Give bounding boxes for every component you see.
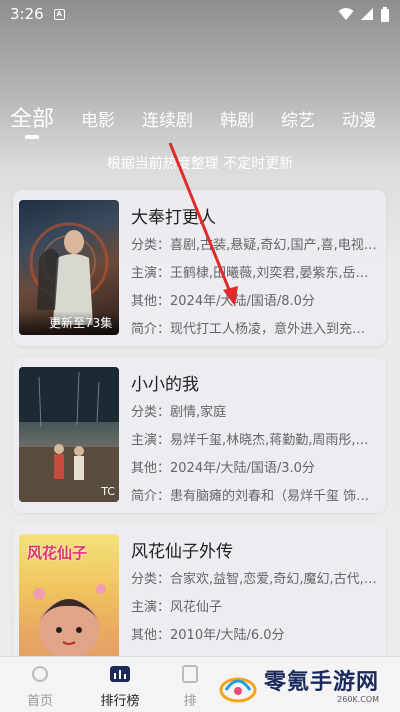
nav-home-label: 首页 xyxy=(26,694,53,709)
watermark-name: 零氪手游网 xyxy=(264,670,380,695)
status-bar: 3:26 A xyxy=(0,0,400,28)
nav-list[interactable]: 排 xyxy=(155,665,225,709)
item-other: 其他：2010年/大陆/6.0分 xyxy=(131,628,285,643)
list-item[interactable]: 更新至73集 大奉打更人 分类：喜剧,古装,悬疑,奇幻,国产,喜,电视… 主演：… xyxy=(13,190,386,346)
nav-home[interactable]: 首页 xyxy=(5,665,75,709)
tab-series[interactable]: 连续剧 xyxy=(142,96,193,131)
tab-variety[interactable]: 综艺 xyxy=(281,96,315,131)
signal-icon xyxy=(361,8,373,20)
nav-ranking-label: 排行榜 xyxy=(100,694,140,709)
wifi-icon xyxy=(338,8,354,20)
item-intro: 简介：患有脑瘫的刘春和（易烊千玺 饰… xyxy=(131,489,370,504)
poster-art xyxy=(19,367,119,502)
item-title: 大奉打更人 xyxy=(131,208,216,228)
quality-mark: TC xyxy=(101,485,115,498)
list-icon xyxy=(182,665,198,683)
item-other: 其他：2024年/大陆/国语/8.0分 xyxy=(131,294,315,309)
item-intro: 简介：现代打工人杨凌，意外进入到充… xyxy=(131,322,366,337)
item-genre: 分类：剧情,家庭 xyxy=(131,405,227,420)
tab-movies[interactable]: 电影 xyxy=(81,96,115,131)
poster-logo: 风花仙子 xyxy=(27,544,88,562)
item-title: 风花仙子外传 xyxy=(131,542,233,562)
item-genre: 分类：喜剧,古装,悬疑,奇幻,国产,喜,电视… xyxy=(131,238,377,253)
poster-image: 更新至73集 xyxy=(19,200,119,335)
update-status-tag: 更新至73集 xyxy=(19,311,119,335)
item-genre: 分类：合家欢,益智,恋爱,奇幻,魔幻,古代,… xyxy=(131,572,377,587)
item-cast: 主演：王鹤棣,田曦薇,刘奕君,晏紫东,岳… xyxy=(131,266,369,281)
notification-badge-icon: A xyxy=(53,8,65,20)
nav-ranking[interactable]: 排行榜 xyxy=(85,665,155,709)
ranking-icon xyxy=(110,666,130,682)
watermark-url: 260K.COM xyxy=(337,695,380,704)
tab-all[interactable]: 全部 xyxy=(10,96,54,139)
site-watermark: 零氪手游网 260K.COM xyxy=(218,666,379,710)
tab-korean-drama[interactable]: 韩剧 xyxy=(220,96,254,131)
item-other: 其他：2024年/大陆/国语/3.0分 xyxy=(131,461,315,476)
home-icon xyxy=(32,666,48,682)
item-cast: 主演：风花仙子 xyxy=(131,600,223,615)
watermark-logo-icon xyxy=(219,677,257,703)
status-icons xyxy=(338,6,390,22)
poster-image: TC xyxy=(19,367,119,502)
nav-list-label: 排 xyxy=(183,694,197,709)
list-item[interactable]: TC 小小的我 分类：剧情,家庭 主演：易烊千玺,林晓杰,蒋勤勤,周雨彤,… 其… xyxy=(13,357,386,513)
item-cast: 主演：易烊千玺,林晓杰,蒋勤勤,周雨彤,… xyxy=(131,433,369,448)
tab-anime[interactable]: 动漫 xyxy=(342,96,376,131)
ranking-subtitle: 根据当前热度整理 不定时更新 xyxy=(106,156,294,172)
item-title: 小小的我 xyxy=(131,375,199,395)
category-tabs: 全部 电影 连续剧 韩剧 综艺 动漫 xyxy=(0,96,400,140)
status-time: 3:26 xyxy=(10,5,44,23)
battery-icon xyxy=(381,6,389,22)
